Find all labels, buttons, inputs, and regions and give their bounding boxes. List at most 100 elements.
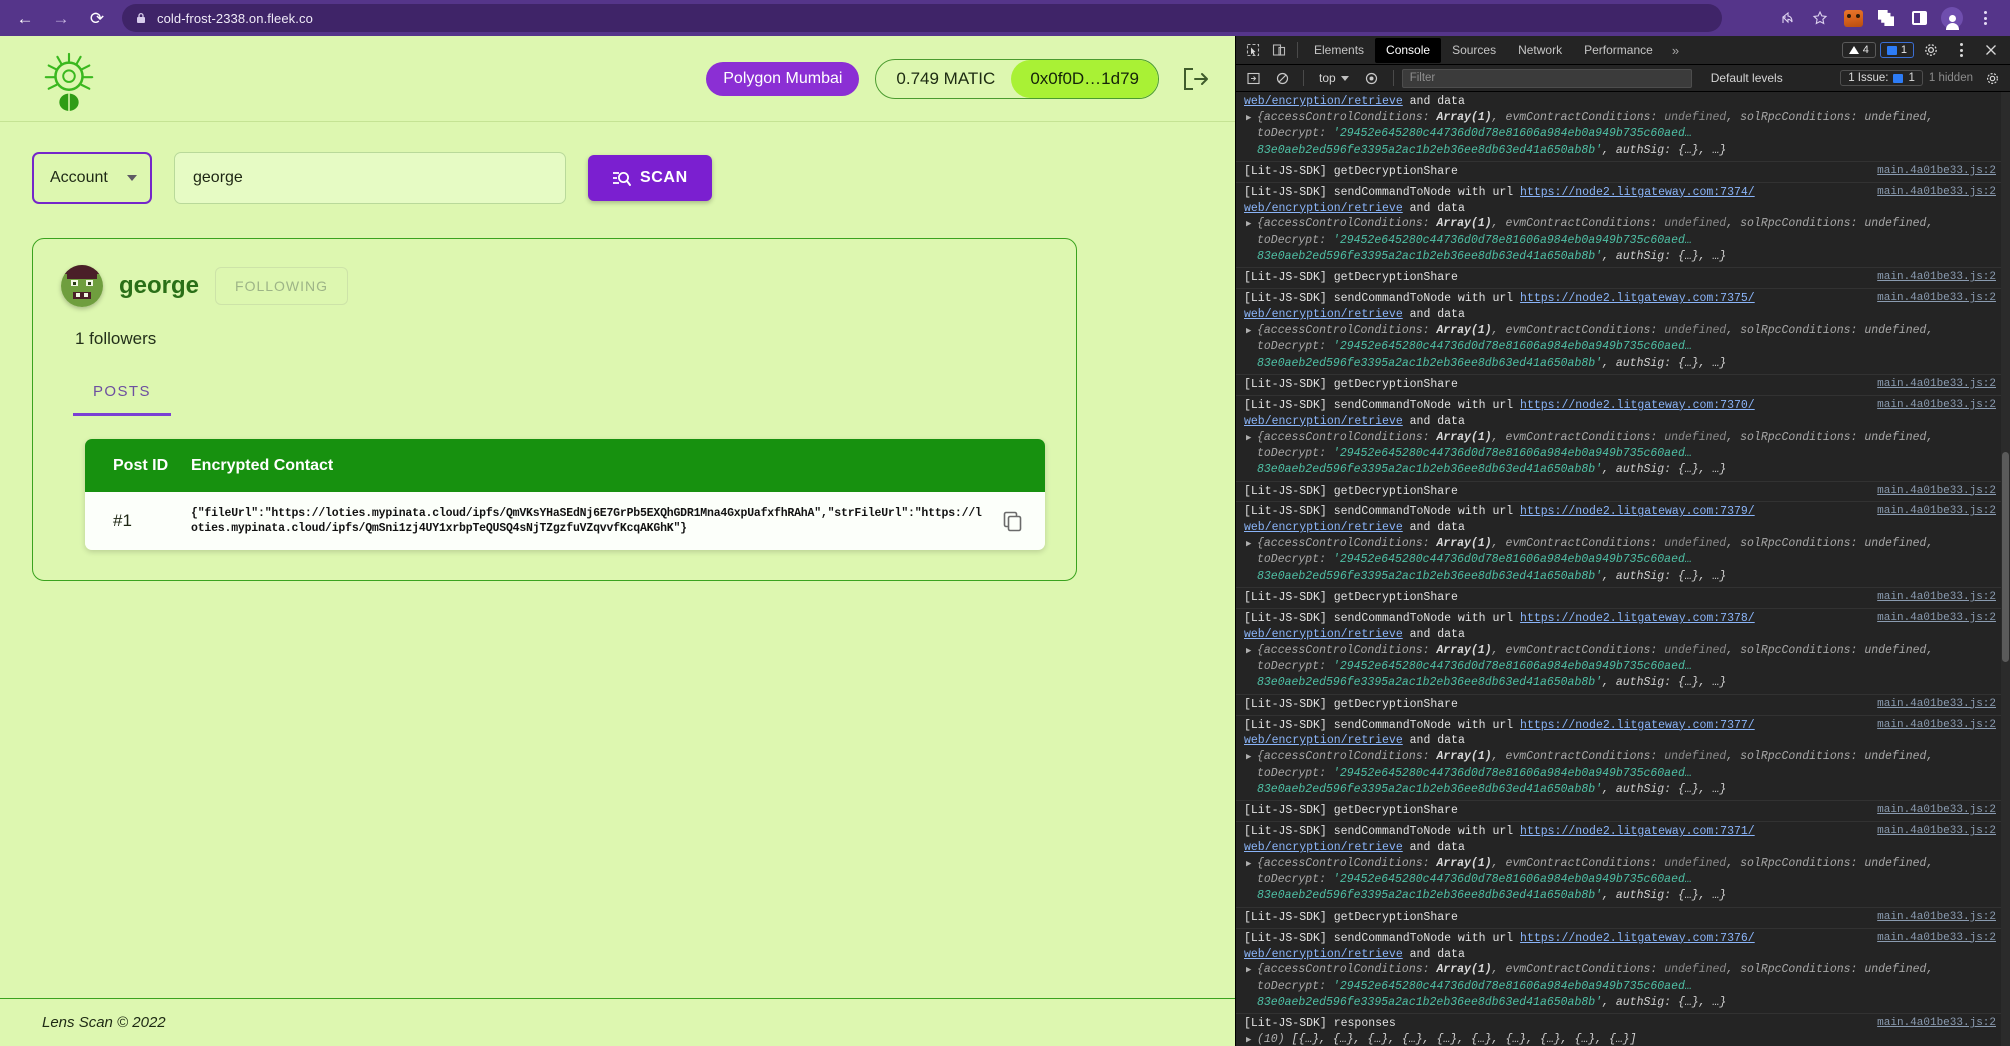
more-tabs-icon[interactable]: » xyxy=(1664,43,1687,58)
object-preview[interactable]: ▶ {accessControlConditions: Array(1), evm… xyxy=(1244,643,1996,692)
console-scrollbar[interactable] xyxy=(2001,92,2010,1046)
source-link[interactable]: main.4a01be33.js:2 xyxy=(1877,611,1996,626)
log-url-link[interactable]: https://node2.litgateway.com:7377/ xyxy=(1520,719,1755,732)
object-preview[interactable]: ▶ {accessControlConditions: Array(1), evm… xyxy=(1244,962,1996,1011)
object-preview[interactable]: ▶ {accessControlConditions: Array(1), evm… xyxy=(1244,430,1996,479)
log-url-link[interactable]: web/encryption/retrieve xyxy=(1244,95,1403,108)
live-expression-icon[interactable] xyxy=(1359,66,1385,91)
reload-icon[interactable]: ⟳ xyxy=(80,3,114,33)
source-link[interactable]: main.4a01be33.js:2 xyxy=(1877,270,1996,285)
console-log-entry[interactable]: [Lit-JS-SDK] sendCommandToNode with url … xyxy=(1236,289,2010,375)
object-preview[interactable]: ▶ {accessControlConditions: Array(1), evm… xyxy=(1244,749,1996,798)
log-url-link[interactable]: https://node2.litgateway.com:7376/ xyxy=(1520,932,1755,945)
issue-badge[interactable]: 1 xyxy=(1879,42,1914,58)
expand-arrow-icon[interactable]: ▶ xyxy=(1246,749,1257,764)
console-log-entry[interactable]: [Lit-JS-SDK] sendCommandToNode with url … xyxy=(1236,502,2010,589)
filter-input[interactable] xyxy=(1409,72,1684,84)
source-link[interactable]: main.4a01be33.js:2 xyxy=(1877,718,1996,733)
console-log-entry[interactable]: [Lit-JS-SDK] sendCommandToNode with url … xyxy=(1236,609,2010,695)
clear-console-icon[interactable] xyxy=(1269,66,1295,91)
wallet-chip[interactable]: 0.749 MATIC 0x0f0D…1d79 xyxy=(875,58,1159,99)
console-log-entry[interactable]: [Lit-JS-SDK] getDecryptionShare main.4a01… xyxy=(1236,588,2010,609)
side-panel-icon[interactable] xyxy=(1904,3,1934,33)
log-levels-select[interactable]: Default levels xyxy=(1703,68,1796,88)
extensions-icon[interactable] xyxy=(1871,3,1901,33)
source-link[interactable]: main.4a01be33.js:2 xyxy=(1877,291,1996,306)
back-icon[interactable]: ← xyxy=(8,3,42,33)
share-icon[interactable] xyxy=(1772,3,1802,33)
console-log-entry[interactable]: [Lit-JS-SDK] sendCommandToNode with url … xyxy=(1236,183,2010,269)
console-output[interactable]: web/encryption/retrieve and data ▶ {access… xyxy=(1236,92,2010,1046)
tab-performance[interactable]: Performance xyxy=(1573,38,1664,63)
console-settings-icon[interactable] xyxy=(1979,66,2005,91)
devtools-menu-icon[interactable] xyxy=(1948,38,1974,63)
source-link[interactable]: main.4a01be33.js:2 xyxy=(1877,931,1996,946)
scan-button[interactable]: SCAN xyxy=(588,155,712,201)
log-url-link[interactable]: https://node2.litgateway.com:7374/ xyxy=(1520,186,1755,199)
wallet-address[interactable]: 0x0f0D…1d79 xyxy=(1011,59,1158,98)
expand-arrow-icon[interactable]: ▶ xyxy=(1246,1032,1257,1046)
source-link[interactable]: main.4a01be33.js:2 xyxy=(1877,803,1996,818)
log-url-path-link[interactable]: web/encryption/retrieve xyxy=(1244,202,1403,215)
expand-arrow-icon[interactable]: ▶ xyxy=(1246,323,1257,338)
console-log-entry[interactable]: [Lit-JS-SDK] responses main.4a01be33.js:2… xyxy=(1236,1014,2010,1046)
execution-context-select[interactable]: top xyxy=(1312,68,1356,88)
source-link[interactable]: main.4a01be33.js:2 xyxy=(1877,185,1996,200)
source-link[interactable]: main.4a01be33.js:2 xyxy=(1877,590,1996,605)
console-log-entry[interactable]: [Lit-JS-SDK] getDecryptionShare main.4a01… xyxy=(1236,482,2010,503)
device-toolbar-icon[interactable] xyxy=(1266,38,1292,63)
source-link[interactable]: main.4a01be33.js:2 xyxy=(1877,504,1996,519)
metamask-icon[interactable] xyxy=(1838,3,1868,33)
source-link[interactable]: main.4a01be33.js:2 xyxy=(1877,484,1996,499)
console-log-entry[interactable]: [Lit-JS-SDK] getDecryptionShare main.4a01… xyxy=(1236,162,2010,183)
expand-arrow-icon[interactable]: ▶ xyxy=(1246,643,1257,658)
console-log-entry[interactable]: [Lit-JS-SDK] getDecryptionShare main.4a01… xyxy=(1236,375,2010,396)
log-url-link[interactable]: https://node2.litgateway.com:7375/ xyxy=(1520,292,1755,305)
console-log-entry[interactable]: [Lit-JS-SDK] getDecryptionShare main.4a01… xyxy=(1236,908,2010,929)
expand-arrow-icon[interactable]: ▶ xyxy=(1246,110,1257,125)
console-log-entry[interactable]: [Lit-JS-SDK] getDecryptionShare main.4a01… xyxy=(1236,268,2010,290)
browser-menu-icon[interactable] xyxy=(1970,3,2000,33)
forward-icon[interactable]: → xyxy=(44,3,78,33)
console-log-entry[interactable]: [Lit-JS-SDK] getDecryptionShare main.4a01… xyxy=(1236,801,2010,823)
log-url-path-link[interactable]: web/encryption/retrieve xyxy=(1244,308,1403,321)
source-link[interactable]: main.4a01be33.js:2 xyxy=(1877,1016,1996,1031)
expand-arrow-icon[interactable]: ▶ xyxy=(1246,962,1257,977)
log-url-path-link[interactable]: web/encryption/retrieve xyxy=(1244,628,1403,641)
expand-arrow-icon[interactable]: ▶ xyxy=(1246,536,1257,551)
log-url-path-link[interactable]: web/encryption/retrieve xyxy=(1244,415,1403,428)
scrollbar-thumb[interactable] xyxy=(2002,452,2009,662)
search-field[interactable] xyxy=(174,152,566,204)
console-log-entry[interactable]: [Lit-JS-SDK] getDecryptionShare main.4a01… xyxy=(1236,695,2010,716)
log-url-path-link[interactable]: web/encryption/retrieve xyxy=(1244,948,1403,961)
bookmark-star-icon[interactable] xyxy=(1805,3,1835,33)
console-log-entry[interactable]: [Lit-JS-SDK] sendCommandToNode with url … xyxy=(1236,929,2010,1015)
log-url-link[interactable]: https://node2.litgateway.com:7378/ xyxy=(1520,612,1755,625)
expand-arrow-icon[interactable]: ▶ xyxy=(1246,216,1257,231)
issues-pill[interactable]: 1 Issue: 1 xyxy=(1840,70,1923,86)
warning-badge[interactable]: 4 xyxy=(1841,42,1876,58)
log-url-path-link[interactable]: web/encryption/retrieve xyxy=(1244,841,1403,854)
expand-arrow-icon[interactable]: ▶ xyxy=(1246,430,1257,445)
profile-avatar[interactable] xyxy=(1937,3,1967,33)
gear-icon[interactable] xyxy=(1918,38,1944,63)
object-preview[interactable]: ▶ {accessControlConditions: Array(1), evm… xyxy=(1244,323,1996,372)
source-link[interactable]: main.4a01be33.js:2 xyxy=(1877,824,1996,839)
object-preview[interactable]: ▶ {accessControlConditions: Array(1), evm… xyxy=(1244,536,1996,585)
log-url-link[interactable]: https://node2.litgateway.com:7371/ xyxy=(1520,825,1755,838)
copy-icon[interactable] xyxy=(1002,511,1023,532)
object-preview[interactable]: ▶ {accessControlConditions: Array(1), evm… xyxy=(1244,856,1996,905)
tab-network[interactable]: Network xyxy=(1507,38,1573,63)
console-filter[interactable] xyxy=(1401,68,1692,88)
console-log-entry[interactable]: [Lit-JS-SDK] sendCommandToNode with url … xyxy=(1236,822,2010,908)
console-log-entry[interactable]: [Lit-JS-SDK] sendCommandToNode with url … xyxy=(1236,396,2010,482)
source-link[interactable]: main.4a01be33.js:2 xyxy=(1877,697,1996,712)
search-type-select[interactable]: Account xyxy=(32,152,152,204)
logout-icon[interactable] xyxy=(1179,65,1209,93)
source-link[interactable]: main.4a01be33.js:2 xyxy=(1877,398,1996,413)
tab-elements[interactable]: Elements xyxy=(1303,38,1375,63)
log-url-link[interactable]: https://node2.litgateway.com:7379/ xyxy=(1520,505,1755,518)
source-link[interactable]: main.4a01be33.js:2 xyxy=(1877,377,1996,392)
tab-posts[interactable]: POSTS xyxy=(73,383,171,416)
source-link[interactable]: main.4a01be33.js:2 xyxy=(1877,910,1996,925)
